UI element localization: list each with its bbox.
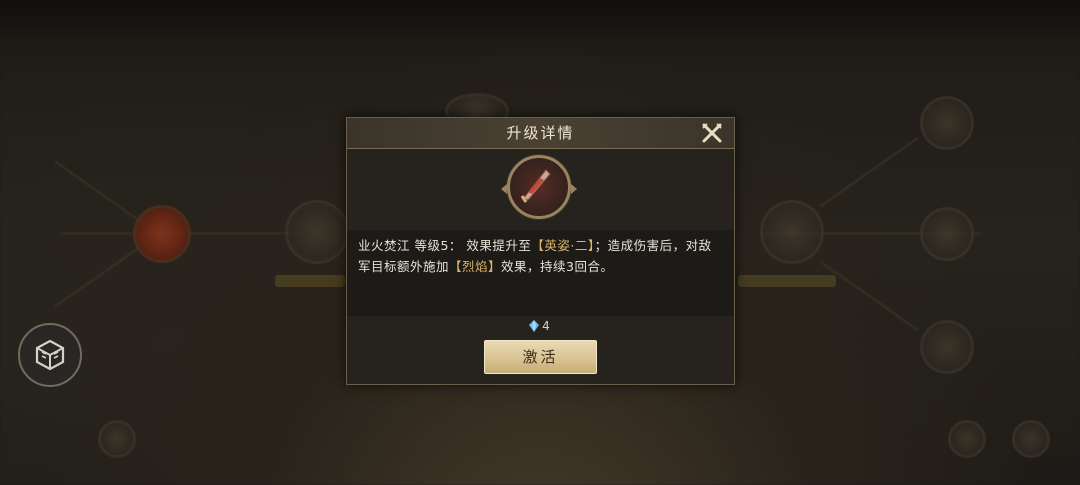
description-text: 业火焚江 等级5： 效果提升至 <box>358 238 532 253</box>
skill-description: 业火焚江 等级5： 效果提升至【英姿·二】；造成伤害后，对敌军目标额外施加【烈焰… <box>358 235 723 277</box>
blue-gem-icon <box>529 320 540 332</box>
cube-icon[interactable] <box>18 323 82 387</box>
effect-name-highlight: 【英姿·二】 <box>531 238 595 253</box>
cost-value: 4 <box>542 319 550 333</box>
status-name-highlight: 【烈焰】 <box>449 259 502 274</box>
description-text: 效果，持续3回合。 <box>501 259 614 274</box>
close-icon[interactable] <box>700 122 724 144</box>
flame-blade-skill-icon <box>501 155 577 219</box>
activation-cost: 4 <box>346 318 733 334</box>
activate-button[interactable]: 激活 <box>484 340 597 374</box>
dialog-title: 升级详情 <box>506 124 575 142</box>
